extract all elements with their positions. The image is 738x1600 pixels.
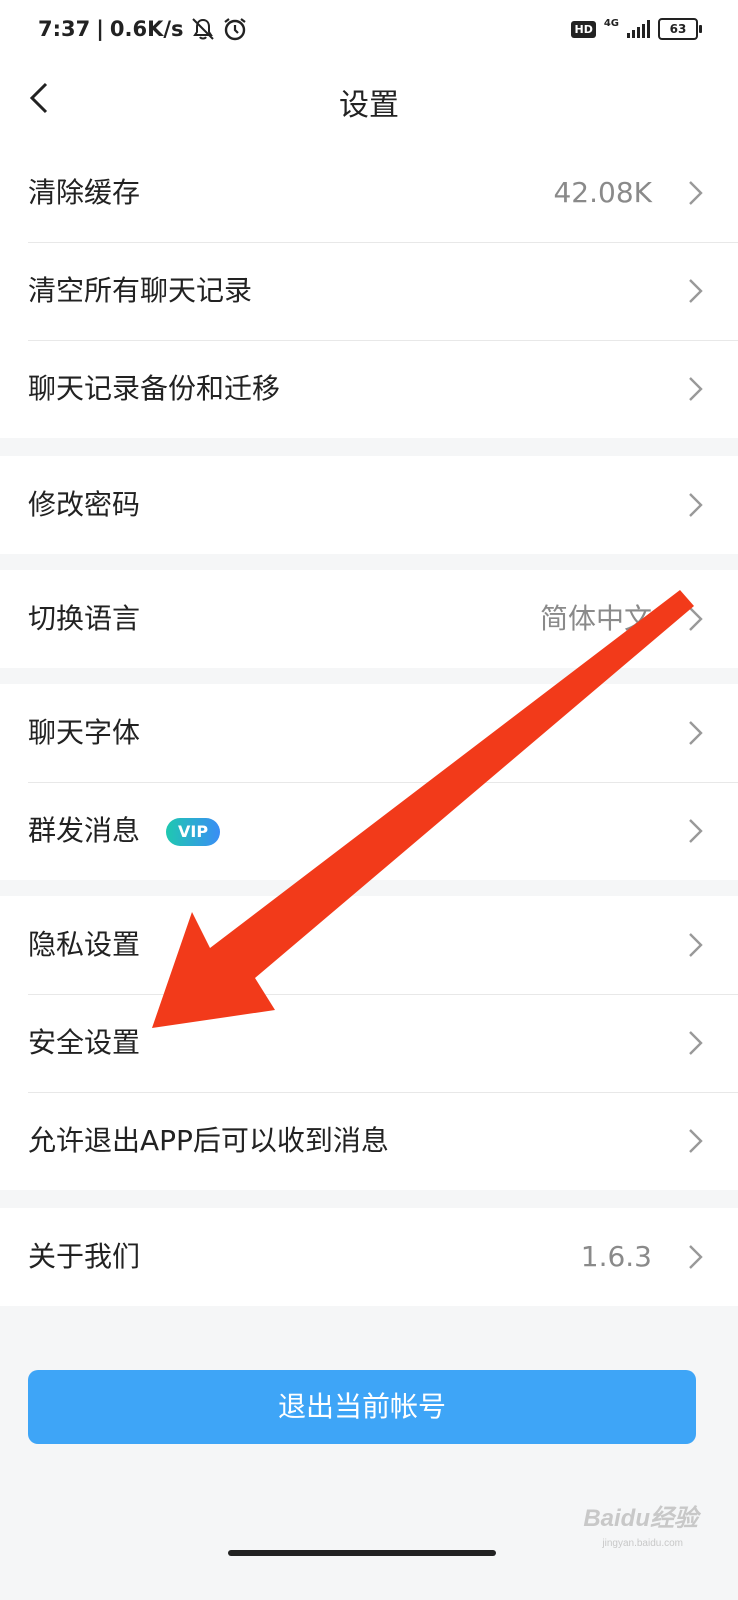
clear-cache-row[interactable]: 清除缓存 42.08K bbox=[0, 144, 738, 242]
broadcast-message-row[interactable]: 群发消息 VIP bbox=[0, 782, 738, 880]
clear-chats-row[interactable]: 清空所有聊天记录 bbox=[0, 242, 738, 340]
chevron-right-icon bbox=[689, 181, 703, 205]
alarm-icon bbox=[223, 18, 246, 41]
security-settings-label: 安全设置 bbox=[28, 1026, 141, 1059]
home-indicator[interactable] bbox=[228, 1550, 496, 1556]
background-messages-row[interactable]: 允许退出APP后可以收到消息 bbox=[0, 1092, 738, 1190]
storage-group: 清除缓存 42.08K 清空所有聊天记录 聊天记录备份和迁移 bbox=[0, 144, 738, 438]
logout-button[interactable]: 退出当前帐号 bbox=[28, 1370, 696, 1444]
navigation-bar: 设置 bbox=[0, 64, 738, 144]
about-us-label: 关于我们 bbox=[28, 1240, 141, 1273]
chevron-right-icon bbox=[689, 607, 703, 631]
vip-badge: VIP bbox=[166, 818, 221, 846]
status-divider: | bbox=[96, 17, 104, 41]
signal-icon bbox=[627, 20, 650, 38]
network-type: 4G bbox=[603, 17, 619, 29]
switch-language-row[interactable]: 切换语言 简体中文 bbox=[0, 570, 738, 668]
chevron-right-icon bbox=[689, 1031, 703, 1055]
privacy-group: 隐私设置 安全设置 允许退出APP后可以收到消息 bbox=[0, 896, 738, 1190]
chevron-right-icon bbox=[689, 819, 703, 843]
app-version-value: 1.6.3 bbox=[580, 1240, 652, 1273]
watermark: Baidu经验 bbox=[583, 1505, 698, 1532]
chevron-right-icon bbox=[689, 279, 703, 303]
battery-level: 63 bbox=[669, 22, 687, 36]
change-password-row[interactable]: 修改密码 bbox=[0, 456, 738, 554]
account-group: 修改密码 bbox=[0, 456, 738, 554]
chat-backup-row[interactable]: 聊天记录备份和迁移 bbox=[0, 340, 738, 438]
clear-cache-label: 清除缓存 bbox=[28, 176, 141, 209]
status-net-speed: 0.6K/s bbox=[109, 17, 184, 41]
watermark-url: jingyan.baidu.com bbox=[602, 1538, 683, 1549]
chat-font-label: 聊天字体 bbox=[28, 716, 141, 749]
privacy-settings-row[interactable]: 隐私设置 bbox=[0, 896, 738, 994]
bell-off-icon bbox=[191, 18, 214, 40]
battery-icon: 63 bbox=[658, 18, 702, 40]
switch-language-label: 切换语言 bbox=[28, 602, 141, 635]
chevron-right-icon bbox=[689, 377, 703, 401]
about-group: 关于我们 1.6.3 bbox=[0, 1208, 738, 1306]
hd-badge: HD bbox=[571, 20, 596, 38]
chat-font-row[interactable]: 聊天字体 bbox=[0, 684, 738, 782]
chevron-right-icon bbox=[689, 721, 703, 745]
change-password-label: 修改密码 bbox=[28, 488, 141, 521]
current-language-value: 简体中文 bbox=[539, 602, 652, 635]
background-messages-label: 允许退出APP后可以收到消息 bbox=[28, 1124, 389, 1157]
language-group: 切换语言 简体中文 bbox=[0, 570, 738, 668]
chevron-right-icon bbox=[689, 1245, 703, 1269]
page-title: 设置 bbox=[339, 88, 399, 123]
security-settings-row[interactable]: 安全设置 bbox=[0, 994, 738, 1092]
chat-backup-label: 聊天记录备份和迁移 bbox=[28, 372, 281, 405]
chat-group: 聊天字体 群发消息 VIP bbox=[0, 684, 738, 880]
about-us-row[interactable]: 关于我们 1.6.3 bbox=[0, 1208, 738, 1306]
status-right: HD 4G 63 bbox=[571, 17, 702, 40]
status-time: 7:37 bbox=[38, 17, 91, 41]
broadcast-message-label: 群发消息 bbox=[28, 814, 141, 847]
chevron-right-icon bbox=[689, 493, 703, 517]
cache-size-value: 42.08K bbox=[553, 176, 652, 209]
clear-chats-label: 清空所有聊天记录 bbox=[28, 274, 253, 307]
status-left: 7:37 | 0.6K/s bbox=[38, 16, 248, 42]
privacy-settings-label: 隐私设置 bbox=[28, 928, 141, 961]
chevron-right-icon bbox=[689, 1129, 703, 1153]
chevron-right-icon bbox=[689, 933, 703, 957]
status-bar: 7:37 | 0.6K/s HD 4G 63 bbox=[0, 0, 738, 64]
